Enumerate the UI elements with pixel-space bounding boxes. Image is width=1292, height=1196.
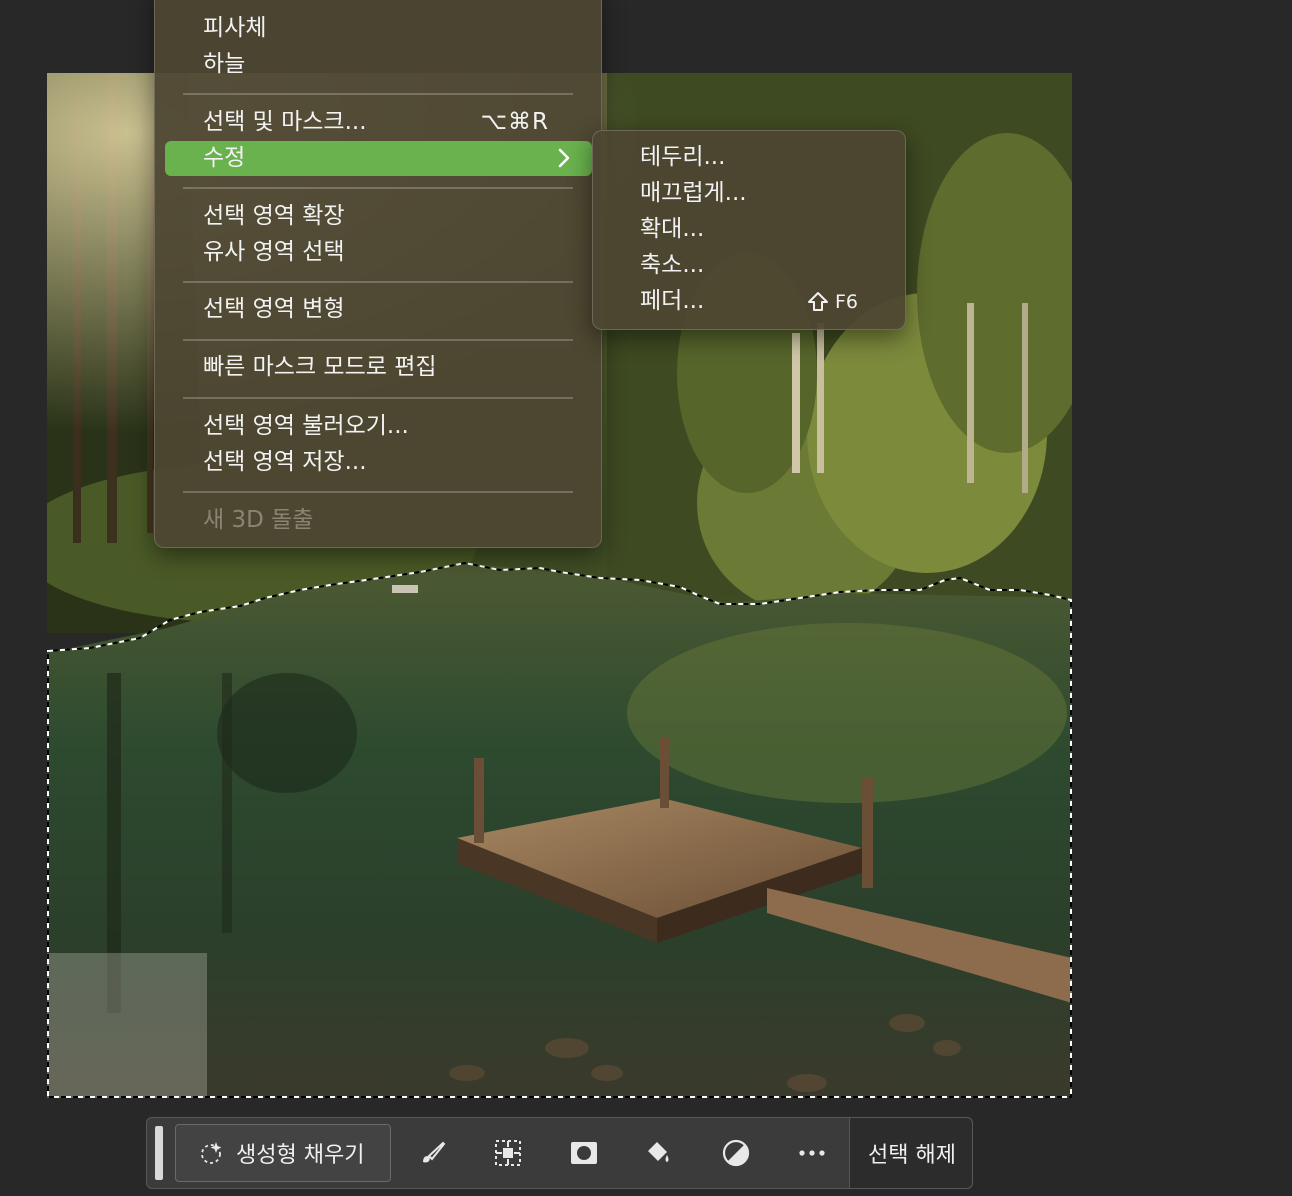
deselect-label: 선택 해제 [868,1143,956,1168]
mask-icon[interactable] [567,1136,601,1170]
menu-item-load-selection[interactable]: 선택 영역 불러오기... [203,411,409,441]
sparkle-icon [201,1142,222,1164]
menu-separator [183,339,573,341]
contextual-taskbar: 생성형 채우기 선택 해제 [146,1117,973,1189]
menu-item-select-and-mask[interactable]: 선택 및 마스크... [203,107,367,137]
menu-item-modify[interactable]: 수정 [165,141,592,176]
submenu-item-smooth[interactable]: 매끄럽게... [640,178,747,208]
more-icon[interactable] [795,1136,829,1170]
menu-separator [183,187,573,189]
menu-separator [183,281,573,283]
menu-separator [183,397,573,399]
menu-item-save-selection[interactable]: 선택 영역 저장... [203,447,367,477]
submenu-item-contract[interactable]: 축소... [640,250,704,280]
select-menu: 피사체 하늘 선택 및 마스크... ⌥⌘R 수정 선택 영역 확장 유사 영역… [154,0,602,548]
submenu-item-expand[interactable]: 확대... [640,214,704,244]
drag-handle[interactable] [155,1126,163,1180]
menu-item-similar[interactable]: 유사 영역 선택 [203,237,345,267]
shortcut-feather-key: F6 [835,291,859,313]
shift-key-icon [808,292,828,311]
menu-item-subject[interactable]: 피사체 [203,13,266,43]
transform-selection-icon[interactable] [491,1136,525,1170]
menu-separator [183,93,573,95]
menu-item-sky[interactable]: 하늘 [203,49,245,79]
shortcut-select-and-mask: ⌥⌘R [480,109,549,135]
generative-fill-button[interactable]: 생성형 채우기 [175,1124,391,1182]
menu-item-quick-mask[interactable]: 빠른 마스크 모드로 편집 [203,352,437,382]
brush-icon[interactable] [415,1136,449,1170]
modify-submenu: 테두리... 매끄럽게... 확대... 축소... 페더... F6 [592,130,906,330]
menu-item-transform-selection[interactable]: 선택 영역 변형 [203,294,345,324]
menu-item-grow[interactable]: 선택 영역 확장 [203,201,345,231]
shortcut-feather: F6 [807,288,858,316]
menu-item-new-3d-extrusion: 새 3D 돌출 [203,507,314,533]
submenu-item-border[interactable]: 테두리... [640,142,725,172]
menu-item-modify-label: 수정 [203,145,246,171]
menu-separator [183,491,573,493]
submenu-item-feather[interactable]: 페더... [640,286,704,316]
deselect-button[interactable]: 선택 해제 [849,1118,972,1188]
generative-fill-label: 생성형 채우기 [236,1143,365,1168]
adjustment-icon[interactable] [719,1136,753,1170]
chevron-right-icon [558,148,570,168]
paint-bucket-icon[interactable] [641,1136,675,1170]
